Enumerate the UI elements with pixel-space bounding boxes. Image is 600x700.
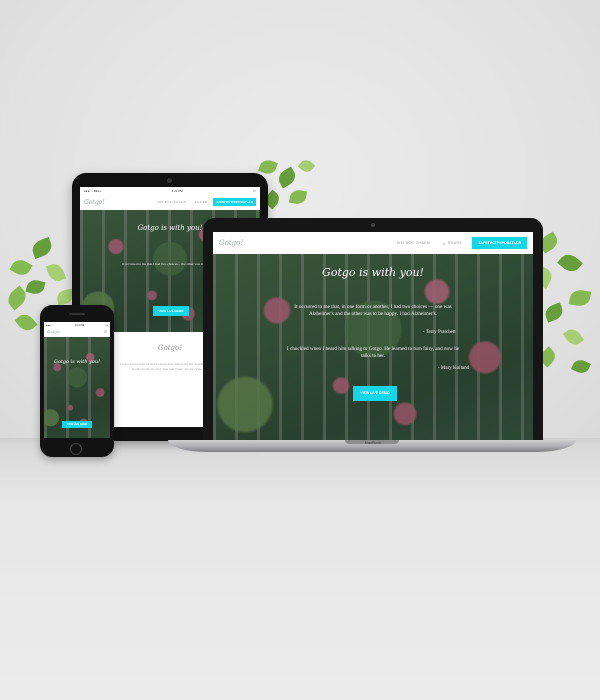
phone-screen: ●●●○○ 4:21 PM ▭ Gotgo! ≡ Gotgo is with y… — [44, 322, 110, 438]
phone-device: ●●●○○ 4:21 PM ▭ Gotgo! ≡ Gotgo is with y… — [40, 305, 114, 457]
phone-speaker — [69, 313, 85, 315]
tablet-share-link[interactable]: SHARE — [195, 200, 208, 204]
phone-hero-title: Gotgo is with you! — [53, 359, 101, 365]
laptop-camera — [371, 223, 375, 227]
laptop-brand: MacBook — [364, 440, 382, 445]
phone-time: 4:21 PM — [74, 323, 85, 327]
battery-icon: ▭ — [105, 323, 108, 327]
laptop-logo[interactable]: Gotgo! — [219, 239, 243, 247]
laptop-quote-2: I chuckled when I heard him talking to G… — [286, 346, 460, 360]
background-floor — [0, 440, 600, 700]
laptop-screen: Gotgo! МЫ ВСЕ ЗНАЕМ ⋖ SHARE ЗАРЕГИСТРИРО… — [213, 232, 533, 442]
laptop-hero: Gotgo is with you! It occurred to me tha… — [213, 254, 533, 442]
phone-hero-button[interactable]: VIEW LIVE DEMO — [62, 421, 92, 428]
laptop-header: Gotgo! МЫ ВСЕ ЗНАЕМ ⋖ SHARE ЗАРЕГИСТРИРО… — [213, 232, 533, 254]
battery-icon: ▭ — [253, 188, 256, 193]
laptop-register-button[interactable]: ЗАРЕГИСТРИРОВАТЬСЯ — [472, 237, 527, 249]
tablet-logo[interactable]: Gotgo! — [84, 199, 105, 206]
laptop-author-2: - Mary Kolland — [438, 366, 470, 371]
laptop-hero-button[interactable]: VIEW LIVE DEMO — [353, 386, 397, 401]
tablet-status-bar: ●●●○○ BELL 4:21 PM ▭ — [80, 187, 260, 194]
menu-icon[interactable]: ≡ — [104, 329, 107, 335]
laptop-nav-link[interactable]: МЫ ВСЕ ЗНАЕМ — [397, 241, 430, 245]
laptop-share-link[interactable]: SHARE — [448, 241, 463, 245]
tablet-camera — [167, 178, 172, 183]
laptop-hero-title: Gotgo is with you! — [322, 266, 424, 279]
tablet-time: 4:21 PM — [171, 188, 183, 193]
phone-hero: Gotgo is with you! VIEW LIVE DEMO — [44, 337, 110, 438]
laptop-author-1: - Terry Pratchett — [423, 330, 456, 335]
phone-signal: ●●●○○ — [46, 323, 54, 327]
phone-home-button[interactable] — [70, 443, 82, 455]
tablet-register-button[interactable]: ЗАРЕГИСТРИРОВАТЬСЯ — [213, 198, 256, 206]
share-icon[interactable]: ⋖ — [442, 241, 445, 246]
tablet-hero-button[interactable]: VIEW LIVE DEMO — [153, 306, 189, 316]
phone-header: Gotgo! ≡ — [44, 328, 110, 337]
tablet-signal: ●●●○○ BELL — [84, 188, 102, 193]
tablet-header: Gotgo! МЫ ВСЕ ЗНАЕМ SHARE ЗАРЕГИСТРИРОВА… — [80, 194, 260, 210]
tablet-nav-link[interactable]: МЫ ВСЕ ЗНАЕМ — [157, 200, 186, 204]
laptop-device: Gotgo! МЫ ВСЕ ЗНАЕМ ⋖ SHARE ЗАРЕГИСТРИРО… — [203, 218, 543, 444]
phone-logo[interactable]: Gotgo! — [47, 329, 61, 334]
laptop-quote-1: It occurred to me that, in one form or a… — [294, 304, 452, 318]
